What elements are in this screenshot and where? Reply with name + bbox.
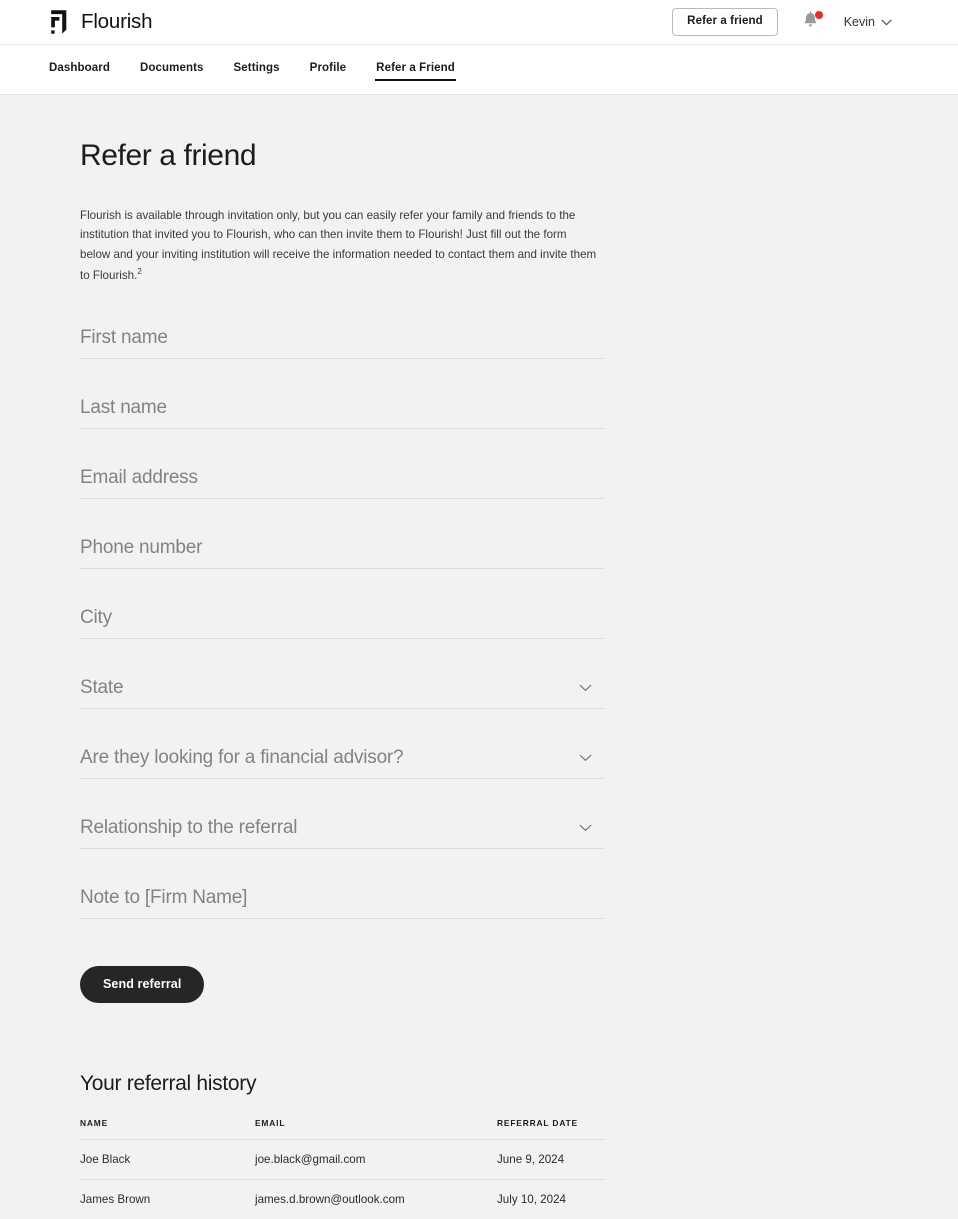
field-last-name[interactable] bbox=[80, 386, 604, 430]
last-name-input[interactable] bbox=[80, 397, 604, 429]
column-header-name: NAME bbox=[80, 1117, 255, 1140]
city-input[interactable] bbox=[80, 607, 604, 639]
table-head: NAME EMAIL REFERRAL DATE bbox=[80, 1117, 604, 1140]
nav-item-refer-a-friend[interactable]: Refer a Friend bbox=[375, 60, 456, 81]
relationship-select[interactable] bbox=[80, 817, 604, 849]
referral-history-table: NAME EMAIL REFERRAL DATE Joe Black joe.b… bbox=[80, 1117, 604, 1219]
flourish-logo-icon bbox=[48, 9, 72, 35]
refer-a-friend-button[interactable]: Refer a friend bbox=[672, 8, 778, 36]
note-to-firm-input[interactable] bbox=[80, 887, 604, 919]
nav-item-dashboard[interactable]: Dashboard bbox=[48, 60, 111, 79]
nav-item-profile[interactable]: Profile bbox=[309, 60, 348, 79]
first-name-input[interactable] bbox=[80, 327, 604, 359]
table-row: James Brown james.d.brown@outlook.com Ju… bbox=[80, 1179, 604, 1219]
cell-date: June 9, 2024 bbox=[497, 1139, 604, 1180]
phone-number-input[interactable] bbox=[80, 537, 604, 569]
table-header-row: NAME EMAIL REFERRAL DATE bbox=[80, 1117, 604, 1140]
cell-email: james.d.brown@outlook.com bbox=[255, 1192, 405, 1206]
top-bar-actions: Refer a friend Kevin bbox=[672, 8, 942, 36]
table-body: Joe Black joe.black@gmail.com June 9, 20… bbox=[80, 1139, 604, 1219]
field-phone-number[interactable] bbox=[80, 526, 604, 570]
nav-item-settings[interactable]: Settings bbox=[233, 60, 281, 79]
footnote-marker: 2 bbox=[137, 267, 142, 277]
cell-email: joe.black@gmail.com bbox=[255, 1139, 497, 1180]
referral-form: Send referral bbox=[80, 316, 604, 1003]
column-header-referral-date: REFERRAL DATE bbox=[497, 1117, 604, 1140]
chevron-down-icon bbox=[881, 13, 892, 31]
field-note-to-firm[interactable] bbox=[80, 876, 604, 920]
brand-logo[interactable]: Flourish bbox=[48, 9, 153, 35]
intro-text: Flourish is available through invitation… bbox=[80, 208, 597, 283]
cell-date: July 10, 2024 bbox=[497, 1192, 566, 1206]
field-city[interactable] bbox=[80, 596, 604, 640]
top-bar: Flourish Refer a friend Kevin bbox=[0, 0, 958, 44]
page-title: Refer a friend bbox=[80, 139, 257, 172]
brand-name: Flourish bbox=[81, 9, 153, 33]
notification-badge-dot bbox=[814, 11, 823, 19]
financial-advisor-select[interactable] bbox=[80, 747, 604, 779]
column-header-email: EMAIL bbox=[255, 1117, 497, 1140]
nav-item-documents[interactable]: Documents bbox=[139, 60, 205, 79]
field-first-name[interactable] bbox=[80, 316, 604, 360]
email-address-input[interactable] bbox=[80, 467, 604, 499]
cell-name: Joe Black bbox=[80, 1139, 255, 1180]
state-select[interactable] bbox=[80, 677, 604, 709]
page-content: Refer a friend Flourish is available thr… bbox=[0, 95, 958, 1219]
main-navigation: Dashboard Documents Settings Profile Ref… bbox=[0, 44, 958, 95]
send-referral-button[interactable]: Send referral bbox=[80, 966, 205, 1003]
user-menu[interactable]: Kevin bbox=[844, 13, 892, 31]
user-name-label: Kevin bbox=[843, 14, 875, 29]
intro-paragraph: Flourish is available through invitation… bbox=[80, 206, 598, 287]
referral-history-title: Your referral history bbox=[80, 1071, 257, 1095]
field-email-address[interactable] bbox=[80, 456, 604, 500]
notifications-button[interactable] bbox=[802, 10, 823, 32]
field-state[interactable] bbox=[80, 666, 604, 710]
field-relationship-to-referral[interactable] bbox=[80, 806, 604, 850]
field-looking-for-financial-advisor[interactable] bbox=[80, 736, 604, 780]
cell-name: James Brown bbox=[80, 1192, 151, 1206]
table-row: Joe Black joe.black@gmail.com June 9, 20… bbox=[80, 1139, 604, 1180]
